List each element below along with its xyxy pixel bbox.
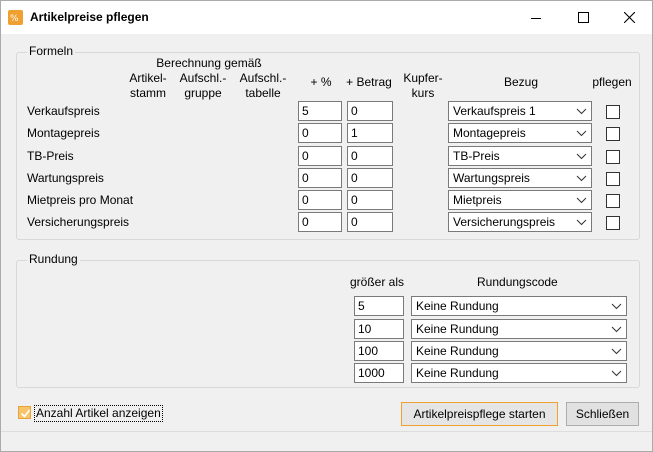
chevron-down-icon xyxy=(576,108,587,115)
bezug-value: TB-Preis xyxy=(453,149,500,163)
header-kupferkurs: Kupfer- kurs xyxy=(403,71,443,100)
bezug-select-montagepreis[interactable]: Montagepreis xyxy=(448,123,592,143)
rundungscode-value: Keine Rundung xyxy=(416,366,499,380)
header-betrag: + Betrag xyxy=(346,75,392,89)
chevron-down-icon xyxy=(611,303,622,310)
row-label-tb-preis: TB-Preis xyxy=(27,149,74,163)
close-dialog-button[interactable]: Schließen xyxy=(566,402,639,426)
minimize-button[interactable] xyxy=(513,1,559,34)
anzahl-artikel-label[interactable]: Anzahl Artikel anzeigen xyxy=(34,405,163,422)
bezug-value: Montagepreis xyxy=(453,126,526,140)
rundungscode-value: Keine Rundung xyxy=(416,344,499,358)
header-rundungscode: Rundungscode xyxy=(477,275,558,289)
pflegen-checkbox-verkaufspreis[interactable] xyxy=(606,105,620,119)
header-groesser-als: größer als xyxy=(350,275,405,289)
start-button[interactable]: Artikelpreispflege starten xyxy=(401,402,558,426)
bezug-select-wartungspreis[interactable]: Wartungspreis xyxy=(448,168,592,188)
prozent-input-wartungspreis[interactable]: 0 xyxy=(298,168,342,188)
window-title: Artikelpreise pflegen xyxy=(30,10,149,24)
bezug-value: Verkaufspreis 1 xyxy=(453,104,536,118)
checkmark-icon xyxy=(20,409,31,418)
betrag-input-mietpreis[interactable]: 0 xyxy=(347,190,393,210)
bezug-value: Versicherungspreis xyxy=(453,215,556,229)
betrag-input-verkaufspreis[interactable]: 0 xyxy=(347,101,393,121)
maximize-icon xyxy=(577,12,589,23)
groesser-input-4[interactable]: 1000 xyxy=(354,363,404,383)
betrag-input-tb-preis[interactable]: 0 xyxy=(347,146,393,166)
header-pflegen: pflegen xyxy=(592,75,632,89)
bezug-select-versicherungspreis[interactable]: Versicherungspreis xyxy=(448,212,592,232)
anzahl-artikel-checkbox[interactable] xyxy=(18,406,31,419)
row-label-verkaufspreis: Verkaufspreis xyxy=(27,104,100,118)
groesser-input-3[interactable]: 100 xyxy=(354,341,404,361)
groesser-input-2[interactable]: 10 xyxy=(354,319,404,339)
pflegen-checkbox-tb-preis[interactable] xyxy=(606,150,620,164)
prozent-input-montagepreis[interactable]: 0 xyxy=(298,123,342,143)
rundungscode-select-4[interactable]: Keine Rundung xyxy=(411,363,627,383)
rundungscode-select-3[interactable]: Keine Rundung xyxy=(411,341,627,361)
maximize-button[interactable] xyxy=(560,1,606,34)
betrag-input-wartungspreis[interactable]: 0 xyxy=(347,168,393,188)
minimize-icon xyxy=(531,17,541,19)
bezug-select-tb-preis[interactable]: TB-Preis xyxy=(448,146,592,166)
chevron-down-icon xyxy=(576,153,587,160)
rundungscode-select-1[interactable]: Keine Rundung xyxy=(411,296,627,316)
prozent-input-tb-preis[interactable]: 0 xyxy=(298,146,342,166)
status-divider xyxy=(1,431,652,432)
header-prozent: + % xyxy=(310,75,332,89)
header-aufschlgruppe: Aufschl.- gruppe xyxy=(179,71,227,100)
row-label-mietpreis: Mietpreis pro Monat xyxy=(27,193,134,207)
bezug-select-mietpreis[interactable]: Mietpreis xyxy=(448,190,592,210)
chevron-down-icon xyxy=(576,175,587,182)
row-label-wartungspreis: Wartungspreis xyxy=(27,171,104,185)
rundungscode-value: Keine Rundung xyxy=(416,299,499,313)
chevron-down-icon xyxy=(611,370,622,377)
rundungscode-value: Keine Rundung xyxy=(416,322,499,336)
groesser-input-1[interactable]: 5 xyxy=(354,296,404,316)
title-bar: % Artikelpreise pflegen xyxy=(1,1,652,34)
prozent-input-mietpreis[interactable]: 0 xyxy=(298,190,342,210)
chevron-down-icon xyxy=(611,348,622,355)
pflegen-checkbox-mietpreis[interactable] xyxy=(606,194,620,208)
pflegen-checkbox-versicherungspreis[interactable] xyxy=(606,216,620,230)
chevron-down-icon xyxy=(576,197,587,204)
dialog-window: % Artikelpreise pflegen Formeln Berechnu… xyxy=(0,0,653,452)
header-artikelstamm: Artikel- stamm xyxy=(129,71,167,100)
chevron-down-icon xyxy=(576,130,587,137)
header-aufschltabelle: Aufschl.- tabelle xyxy=(239,71,287,100)
svg-text:%: % xyxy=(10,14,19,24)
prozent-input-verkaufspreis[interactable]: 5 xyxy=(298,101,342,121)
chevron-down-icon xyxy=(611,326,622,333)
close-button[interactable] xyxy=(606,1,652,34)
rundungscode-select-2[interactable]: Keine Rundung xyxy=(411,319,627,339)
pflegen-checkbox-wartungspreis[interactable] xyxy=(606,172,620,186)
bezug-select-verkaufspreis[interactable]: Verkaufspreis 1 xyxy=(448,101,592,121)
header-berechnung: Berechnung gemäß xyxy=(156,56,262,70)
rundung-group-title: Rundung xyxy=(27,252,80,266)
betrag-input-montagepreis[interactable]: 1 xyxy=(347,123,393,143)
betrag-input-versicherungspreis[interactable]: 0 xyxy=(347,212,393,232)
app-icon: % xyxy=(8,10,23,25)
chevron-down-icon xyxy=(576,219,587,226)
bezug-value: Mietpreis xyxy=(453,193,502,207)
row-label-montagepreis: Montagepreis xyxy=(27,126,100,140)
bezug-value: Wartungspreis xyxy=(453,171,530,185)
prozent-input-versicherungspreis[interactable]: 0 xyxy=(298,212,342,232)
formeln-group-title: Formeln xyxy=(27,44,76,58)
pflegen-checkbox-montagepreis[interactable] xyxy=(606,127,620,141)
close-icon xyxy=(623,12,635,23)
row-label-versicherungspreis: Versicherungspreis xyxy=(27,215,130,229)
header-bezug: Bezug xyxy=(503,75,539,89)
